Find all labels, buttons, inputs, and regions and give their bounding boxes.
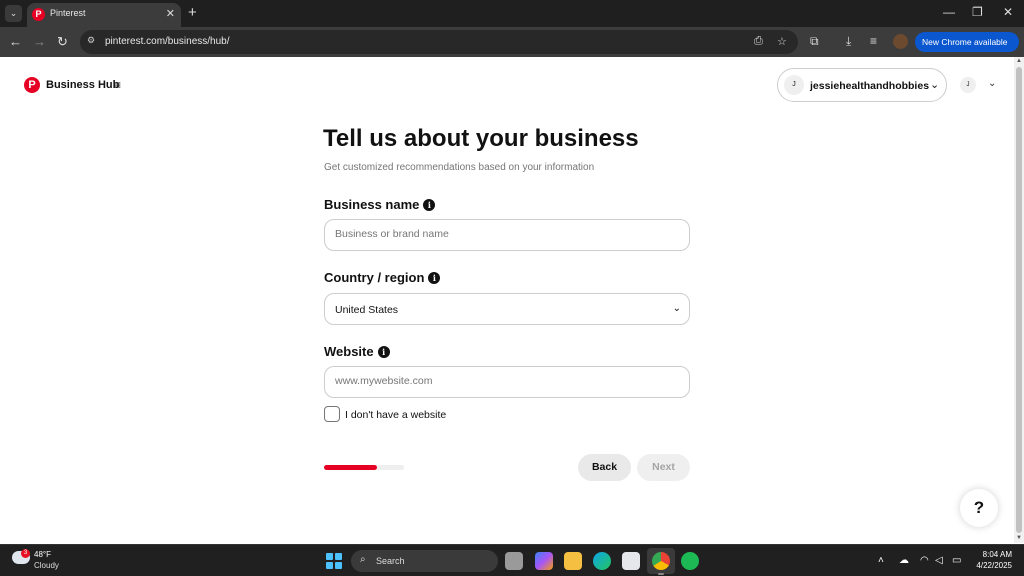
- address-bar[interactable]: ⚙ pinterest.com/business/hub/ ⎙ ☆: [80, 30, 798, 54]
- minimize-icon[interactable]: —: [943, 5, 955, 19]
- clock-date[interactable]: 4/22/2025: [966, 561, 1012, 570]
- info-icon[interactable]: i: [423, 199, 436, 211]
- page-title: Tell us about your business: [323, 125, 639, 152]
- task-view-icon[interactable]: [505, 552, 523, 570]
- business-hub-title[interactable]: Business Hub: [46, 79, 119, 91]
- new-tab-icon[interactable]: +: [188, 4, 197, 21]
- browser-toolbar: ← → ↻ ⚙ pinterest.com/business/hub/ ⎙ ☆ …: [0, 27, 1024, 57]
- windows-start-icon[interactable]: [326, 553, 342, 569]
- onedrive-cloud-icon[interactable]: ☁: [899, 555, 909, 566]
- reading-list-icon[interactable]: ≡: [870, 34, 877, 48]
- install-app-icon[interactable]: ⎙: [754, 35, 763, 48]
- url-text[interactable]: pinterest.com/business/hub/: [105, 36, 230, 47]
- store-icon[interactable]: [622, 552, 640, 570]
- business-name-label: Business name i: [324, 197, 436, 212]
- wifi-icon[interactable]: ◠: [920, 555, 929, 566]
- business-name-field[interactable]: [324, 219, 690, 251]
- chrome-running-indicator: [658, 573, 664, 575]
- country-select[interactable]: United States ⌄: [324, 293, 690, 325]
- tab-pinterest[interactable]: P Pinterest ✕: [27, 3, 181, 27]
- weather-condition[interactable]: Cloudy: [34, 561, 59, 570]
- taskbar: 3 48°F Cloudy ⌕ Search ˄ ☁ ◠ ◁ ▭ 8:04 AM…: [0, 544, 1024, 576]
- pinterest-logo-icon[interactable]: P: [24, 77, 40, 93]
- website-input[interactable]: [335, 375, 675, 387]
- website-label: Website i: [324, 344, 390, 359]
- chrome-update-button[interactable]: New Chrome available ⋮: [915, 32, 1019, 67]
- browser-tab-bar: ⌄ P Pinterest ✕ + — ❐ ✕: [0, 0, 1024, 27]
- hamburger-menu-icon[interactable]: ≡: [114, 78, 121, 92]
- next-button[interactable]: Next: [637, 454, 690, 481]
- tab-search-icon[interactable]: ⌄: [5, 5, 22, 22]
- tab-close-icon[interactable]: ✕: [166, 7, 175, 20]
- taskbar-search-label: Search: [376, 556, 405, 566]
- back-arrow-icon[interactable]: ←: [9, 34, 22, 49]
- help-button[interactable]: ?: [960, 489, 998, 527]
- business-name-input[interactable]: [335, 228, 675, 240]
- copilot-icon[interactable]: [535, 552, 553, 570]
- progress-fill: [324, 465, 377, 470]
- account-switcher[interactable]: J jessiehealthandhobbies ⌄: [777, 68, 947, 102]
- website-field[interactable]: [324, 366, 690, 398]
- info-icon[interactable]: i: [377, 346, 390, 358]
- business-name-label-text: Business name: [324, 197, 420, 212]
- weather-badge: 3: [21, 549, 30, 558]
- pinterest-favicon-icon: P: [32, 8, 45, 21]
- user-menu-chevron-icon[interactable]: ⌄: [988, 78, 996, 89]
- download-icon[interactable]: ⤓: [846, 34, 851, 49]
- scroll-up-arrow-icon[interactable]: ▲: [1016, 58, 1022, 64]
- forward-arrow-icon[interactable]: →: [33, 34, 46, 49]
- account-avatar: J: [784, 75, 804, 95]
- chevron-down-icon: ⌄: [930, 79, 940, 91]
- no-website-label[interactable]: I don't have a website: [345, 409, 446, 421]
- temperature[interactable]: 48°F: [34, 550, 51, 559]
- tab-title: Pinterest: [50, 8, 86, 18]
- spotify-icon[interactable]: [681, 552, 699, 570]
- chevron-down-icon: ⌄: [672, 303, 681, 314]
- restore-icon[interactable]: ❐: [972, 5, 983, 19]
- window-close-icon[interactable]: ✕: [1003, 5, 1013, 19]
- file-explorer-icon[interactable]: [564, 552, 582, 570]
- taskbar-search[interactable]: ⌕ Search: [351, 550, 498, 572]
- scroll-down-arrow-icon[interactable]: ▼: [1016, 535, 1022, 541]
- chevron-up-icon[interactable]: ˄: [878, 555, 884, 566]
- bookmark-star-icon[interactable]: ☆: [777, 35, 787, 48]
- profile-avatar[interactable]: [893, 34, 908, 49]
- extensions-icon[interactable]: ⧉: [810, 34, 819, 49]
- country-label: Country / region i: [324, 270, 441, 285]
- volume-icon[interactable]: ◁: [935, 555, 943, 566]
- battery-icon[interactable]: ▭: [952, 555, 961, 566]
- info-icon[interactable]: i: [428, 272, 441, 284]
- site-info-icon[interactable]: ⚙: [87, 35, 100, 48]
- page-scrollbar[interactable]: [1014, 57, 1024, 543]
- page-subtitle: Get customized recommendations based on …: [324, 162, 595, 173]
- update-button-label: New Chrome available: [922, 37, 1008, 47]
- website-label-text: Website: [324, 344, 374, 359]
- no-website-checkbox[interactable]: [324, 406, 340, 422]
- scrollbar-thumb[interactable]: [1016, 67, 1022, 533]
- chrome-icon[interactable]: [652, 552, 670, 570]
- country-label-text: Country / region: [324, 270, 425, 285]
- reload-icon[interactable]: ↻: [57, 34, 68, 50]
- clock-time[interactable]: 8:04 AM: [974, 550, 1012, 559]
- edge-icon[interactable]: [593, 552, 611, 570]
- search-icon: ⌕: [360, 554, 366, 565]
- progress-bar: [324, 465, 404, 470]
- more-menu-icon: ⋮: [926, 57, 935, 67]
- country-selected-value: United States: [335, 304, 399, 316]
- back-button[interactable]: Back: [578, 454, 631, 481]
- user-avatar[interactable]: J: [960, 77, 976, 93]
- account-name: jessiehealthandhobbies: [810, 80, 930, 92]
